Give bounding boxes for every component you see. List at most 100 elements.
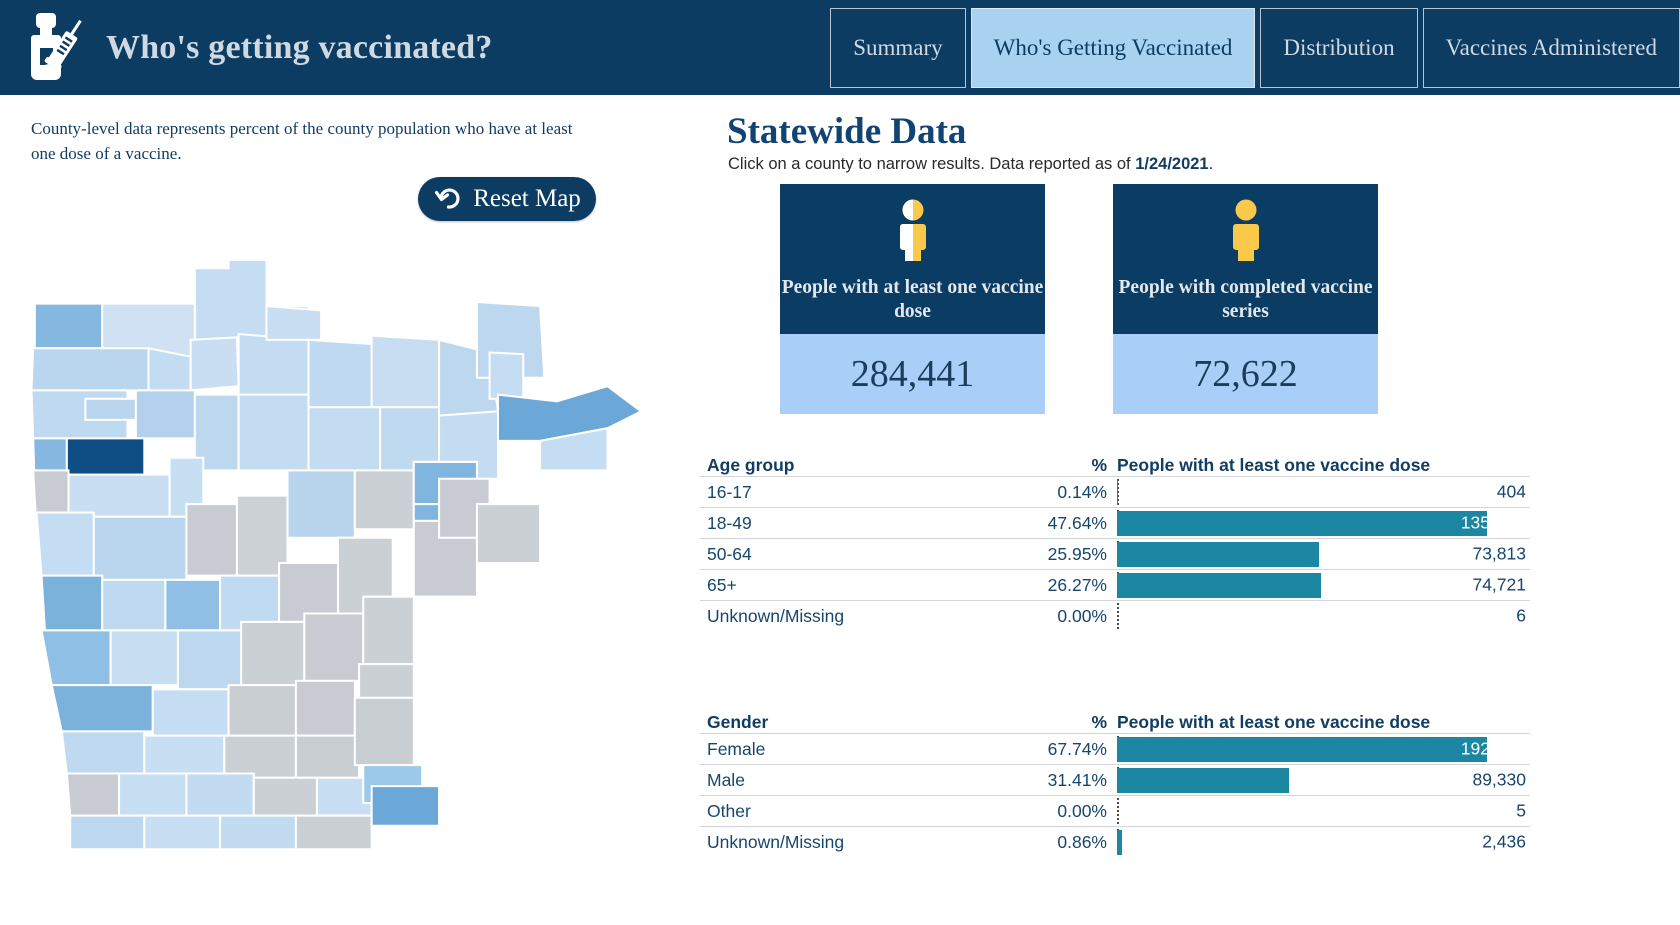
map-county[interactable]: [353, 696, 415, 767]
kpi-card-header: People with at least one vaccine dose: [780, 184, 1045, 334]
map-county[interactable]: [265, 305, 323, 341]
row-label: Other: [707, 800, 751, 821]
row-bar: [1117, 767, 1289, 793]
map-county[interactable]: [370, 334, 441, 409]
row-label: Unknown/Missing: [707, 605, 845, 626]
row-bar-cell: 135,497: [1117, 508, 1530, 539]
map-county[interactable]: [69, 814, 146, 851]
map-county[interactable]: [353, 469, 415, 531]
map-county[interactable]: [30, 347, 150, 392]
tab-distribution[interactable]: Distribution: [1260, 8, 1418, 88]
row-percent: 0.86%: [1057, 831, 1107, 852]
column-header-percent: %: [1091, 712, 1107, 732]
tab-summary[interactable]: Summary: [830, 8, 966, 88]
row-percent: 0.00%: [1057, 605, 1107, 626]
map-county[interactable]: [189, 336, 240, 392]
map-county[interactable]: [185, 503, 238, 577]
column-header-gender: Gender: [707, 712, 769, 732]
person-half-filled-icon: [896, 198, 930, 264]
map-county[interactable]: [40, 574, 104, 632]
row-percent: 67.74%: [1047, 738, 1107, 759]
map-county[interactable]: [294, 679, 356, 737]
map-county[interactable]: [294, 814, 373, 851]
map-county[interactable]: [223, 734, 297, 779]
row-percent: 31.41%: [1047, 769, 1107, 790]
map-county[interactable]: [252, 776, 318, 817]
map-county[interactable]: [164, 578, 222, 632]
map-county[interactable]: [237, 332, 310, 396]
person-filled-icon: [1229, 198, 1263, 264]
map-county[interactable]: [65, 437, 146, 476]
map-county[interactable]: [294, 734, 361, 779]
row-bar: [1117, 479, 1119, 505]
gender-table: Gender % People with at least one vaccin…: [700, 697, 1530, 857]
map-county[interactable]: [227, 684, 297, 737]
map-county[interactable]: [143, 814, 222, 851]
map-county[interactable]: [33, 302, 104, 350]
row-bar-cell: 2,436: [1117, 827, 1530, 858]
page-subtitle: Click on a county to narrow results. Dat…: [728, 155, 1213, 174]
map-county[interactable]: [84, 397, 137, 421]
row-value: 404: [1496, 481, 1526, 502]
map-county[interactable]: [60, 730, 146, 775]
row-bar: [1117, 541, 1319, 567]
map-county[interactable]: [92, 515, 188, 581]
row-percent: 47.64%: [1047, 512, 1107, 533]
kpi-card-value: 284,441: [850, 353, 975, 395]
map-county[interactable]: [185, 772, 255, 817]
row-value: 6: [1516, 605, 1526, 626]
map-county[interactable]: [237, 393, 310, 472]
map-county[interactable]: [370, 785, 441, 827]
map-county[interactable]: [109, 629, 180, 687]
kpi-card-title: People with completed vaccine series: [1118, 277, 1373, 323]
map-county[interactable]: [307, 406, 382, 476]
kpi-card-title: People with at least one vaccine dose: [781, 277, 1044, 323]
map-county[interactable]: [147, 347, 192, 396]
map-county[interactable]: [50, 684, 154, 733]
row-value: 135,497: [1460, 512, 1524, 533]
map-county[interactable]: [35, 511, 95, 577]
tab-whos-getting-vaccinated[interactable]: Who's Getting Vaccinated: [970, 8, 1256, 88]
map-county[interactable]: [219, 814, 297, 851]
map-county[interactable]: [362, 595, 415, 666]
row-bar-cell: 404: [1117, 477, 1530, 508]
row-label: 16-17: [707, 481, 752, 502]
row-bar-cell: 5: [1117, 796, 1530, 827]
map-county[interactable]: [65, 772, 121, 817]
map-county[interactable]: [240, 620, 306, 687]
table-row: 65+ 26.27% 74,721: [700, 569, 1530, 600]
table-row: Male 31.41% 89,330: [700, 764, 1530, 795]
map-county[interactable]: [134, 389, 196, 440]
row-bar-cell: 89,330: [1117, 765, 1530, 796]
map-county[interactable]: [303, 612, 365, 682]
map-county[interactable]: [118, 772, 188, 817]
row-label: Male: [707, 769, 745, 790]
data-panel: Statewide Data Click on a county to narr…: [700, 95, 1680, 925]
table-row: Unknown/Missing 0.00% 6: [700, 600, 1530, 631]
kpi-card-header: People with completed vaccine series: [1113, 184, 1378, 334]
map-county[interactable]: [307, 338, 373, 409]
map-note: County-level data represents percent of …: [31, 119, 573, 163]
row-value: 192,670: [1460, 738, 1524, 759]
map-county[interactable]: [286, 469, 356, 539]
map-county[interactable]: [143, 734, 226, 775]
map-county[interactable]: [488, 351, 525, 400]
table-row: 50-64 25.95% 73,813: [700, 538, 1530, 569]
page-title: Statewide Data: [727, 111, 967, 152]
map-county[interactable]: [101, 578, 167, 632]
map-county[interactable]: [475, 503, 542, 565]
bar-origin-line: [1117, 797, 1119, 825]
kpi-cards: People with at least one vaccine dose 28…: [780, 184, 1378, 414]
map-county[interactable]: [176, 629, 243, 691]
report-date: 1/24/2021: [1135, 155, 1209, 173]
minnesota-county-map[interactable]: [18, 213, 658, 913]
row-percent: 0.14%: [1057, 481, 1107, 502]
main-nav-tabs: Summary Who's Getting Vaccinated Distrib…: [830, 8, 1680, 88]
column-header-percent: %: [1091, 455, 1107, 475]
map-county[interactable]: [151, 688, 230, 737]
row-label: Female: [707, 738, 766, 759]
row-bar-cell: 6: [1117, 601, 1530, 632]
map-county[interactable]: [40, 629, 112, 687]
tab-vaccines-administered[interactable]: Vaccines Administered: [1422, 8, 1680, 88]
column-header-people: People with at least one vaccine dose: [1117, 455, 1431, 475]
